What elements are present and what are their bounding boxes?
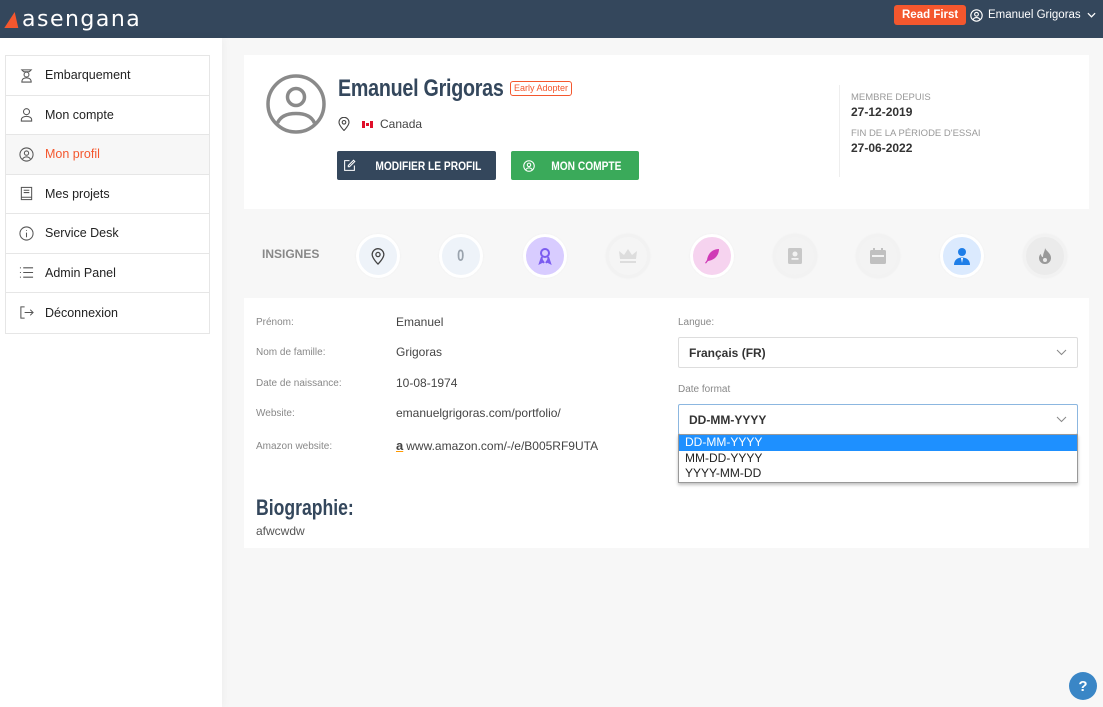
chevron-down-icon [1056, 416, 1067, 423]
crown-icon [619, 249, 637, 263]
amazon-website-link[interactable]: www.amazon.com/-/e/B005RF9UTA [406, 439, 598, 453]
sidebar-item-label: Mon profil [45, 147, 100, 162]
logo[interactable]: asengana [4, 4, 142, 34]
award-icon [538, 248, 552, 265]
map-pin-icon [371, 247, 385, 265]
contact-book-icon [788, 248, 802, 264]
chevron-down-icon [1087, 12, 1096, 18]
sidebar-item-mes-projets[interactable]: Mes projets [6, 175, 209, 214]
list-icon [18, 265, 34, 281]
logo-text: asengana [22, 6, 142, 32]
info-icon [18, 225, 34, 241]
sidebar-item-deconnexion[interactable]: Déconnexion [6, 293, 209, 333]
sidebar-item-label: Embarquement [45, 68, 131, 83]
user-menu[interactable]: Emanuel Grigoras [970, 5, 1101, 25]
membership-dates: MEMBRE DEPUIS 27-12-2019 FIN DE LA PÉRIO… [839, 85, 981, 177]
badges-row: INSIGNES 0 [244, 225, 1089, 285]
member-since-value: 27-12-2019 [851, 105, 913, 119]
date-format-select[interactable]: DD-MM-YYYY [678, 404, 1078, 435]
award-badge[interactable] [523, 234, 567, 278]
profile-name: Emanuel Grigoras [338, 75, 504, 102]
date-format-option[interactable]: YYYY-MM-DD [679, 466, 1077, 482]
crown-badge[interactable] [606, 234, 650, 278]
language-value: Français (FR) [689, 345, 766, 360]
last-name-label: Nom de famille: [256, 347, 326, 358]
trial-end-value: 27-06-2022 [851, 141, 913, 155]
sidebar-item-admin-panel[interactable]: Admin Panel [6, 254, 209, 293]
edit-profile-label: MODIFIER LE PROFIL [375, 158, 481, 173]
my-account-label: MON COMPTE [550, 158, 622, 173]
sidebar-item-embarquement[interactable]: Embarquement [6, 56, 209, 96]
book-icon [18, 186, 34, 202]
date-format-label: Date format [678, 384, 731, 395]
logout-icon [18, 305, 34, 321]
user-icon [18, 107, 34, 123]
date-format-option[interactable]: MM-DD-YYYY [679, 451, 1077, 467]
date-format-option[interactable]: DD-MM-YYYY [679, 435, 1077, 451]
early-adopter-badge: Early Adopter [510, 81, 573, 96]
user-circle-icon [18, 146, 34, 162]
avatar [265, 73, 327, 140]
details-card: Prénom: Emanuel Nom de famille: Grigoras… [244, 298, 1089, 548]
user-circle-icon [970, 8, 983, 22]
biography-text: afwcwdw [256, 524, 305, 538]
country: Canada [380, 117, 423, 131]
top-bar: asengana Read First Emanuel Grigoras [0, 0, 1103, 38]
map-pin-icon [338, 117, 350, 131]
amazon-website-label: Amazon website: [256, 441, 333, 452]
first-name-value: Emanuel [396, 315, 444, 329]
avatar-user-icon [266, 74, 326, 134]
read-first-button[interactable]: Read First [894, 5, 967, 25]
amazon-icon: a [396, 438, 404, 453]
feather-icon [705, 249, 719, 264]
calendar-icon [870, 248, 886, 264]
help-button[interactable]: ? [1069, 672, 1097, 700]
calendar-badge[interactable] [856, 234, 900, 278]
member-since-label: MEMBRE DEPUIS [851, 92, 931, 103]
last-name-value: Grigoras [396, 345, 443, 359]
fire-icon [1039, 247, 1051, 264]
language-select[interactable]: Français (FR) [678, 337, 1078, 368]
edit-icon [343, 159, 356, 171]
chevron-down-icon [1056, 349, 1067, 356]
date-format-value: DD-MM-YYYY [689, 412, 767, 427]
first-name-label: Prénom: [256, 317, 294, 328]
businessman-icon [954, 248, 970, 265]
birthdate-label: Date de naissance: [256, 378, 342, 389]
edit-profile-button[interactable]: MODIFIER LE PROFIL [337, 151, 496, 180]
trial-end-label: FIN DE LA PÉRIODE D'ESSAI [851, 128, 981, 139]
sidebar: Embarquement Mon compte Mon profil Mes p… [5, 55, 210, 334]
logo-mark-icon [4, 12, 22, 28]
language-label: Langue: [678, 317, 715, 328]
sidebar-item-label: Admin Panel [45, 265, 116, 280]
user-circle-icon [522, 159, 535, 172]
location-badge[interactable] [356, 234, 400, 278]
zero-badge[interactable]: 0 [439, 234, 483, 278]
sidebar-item-label: Mon compte [45, 107, 114, 122]
profile-card: Emanuel Grigoras Early Adopter Canada MO… [244, 55, 1089, 209]
feather-badge[interactable] [690, 234, 734, 278]
fire-badge[interactable] [1023, 234, 1067, 278]
date-format-dropdown: DD-MM-YYYY MM-DD-YYYY YYYY-MM-DD [678, 434, 1078, 483]
user-name: Emanuel Grigoras [988, 9, 1081, 21]
zero-badge-text: 0 [457, 246, 465, 265]
graduate-icon [18, 67, 34, 83]
contact-badge[interactable] [773, 234, 817, 278]
businessman-badge[interactable] [940, 234, 984, 278]
biography-title: Biographie: [256, 495, 354, 520]
badges-label: INSIGNES [262, 247, 320, 261]
website-label: Website: [256, 408, 295, 419]
my-account-button[interactable]: MON COMPTE [511, 151, 639, 180]
sidebar-item-mon-profil[interactable]: Mon profil [6, 135, 209, 175]
amazon-website[interactable]: a www.amazon.com/-/e/B005RF9UTA [396, 438, 598, 453]
sidebar-item-mon-compte[interactable]: Mon compte [6, 96, 209, 135]
sidebar-item-label: Mes projets [45, 186, 110, 201]
canada-flag-icon [362, 120, 373, 128]
website-link[interactable]: emanuelgrigoras.com/portfolio/ [396, 406, 561, 420]
sidebar-item-label: Déconnexion [45, 305, 118, 320]
location: Canada [338, 117, 422, 131]
sidebar-item-service-desk[interactable]: Service Desk [6, 214, 209, 254]
sidebar-item-label: Service Desk [45, 226, 119, 241]
birthdate-value: 10-08-1974 [396, 376, 458, 390]
